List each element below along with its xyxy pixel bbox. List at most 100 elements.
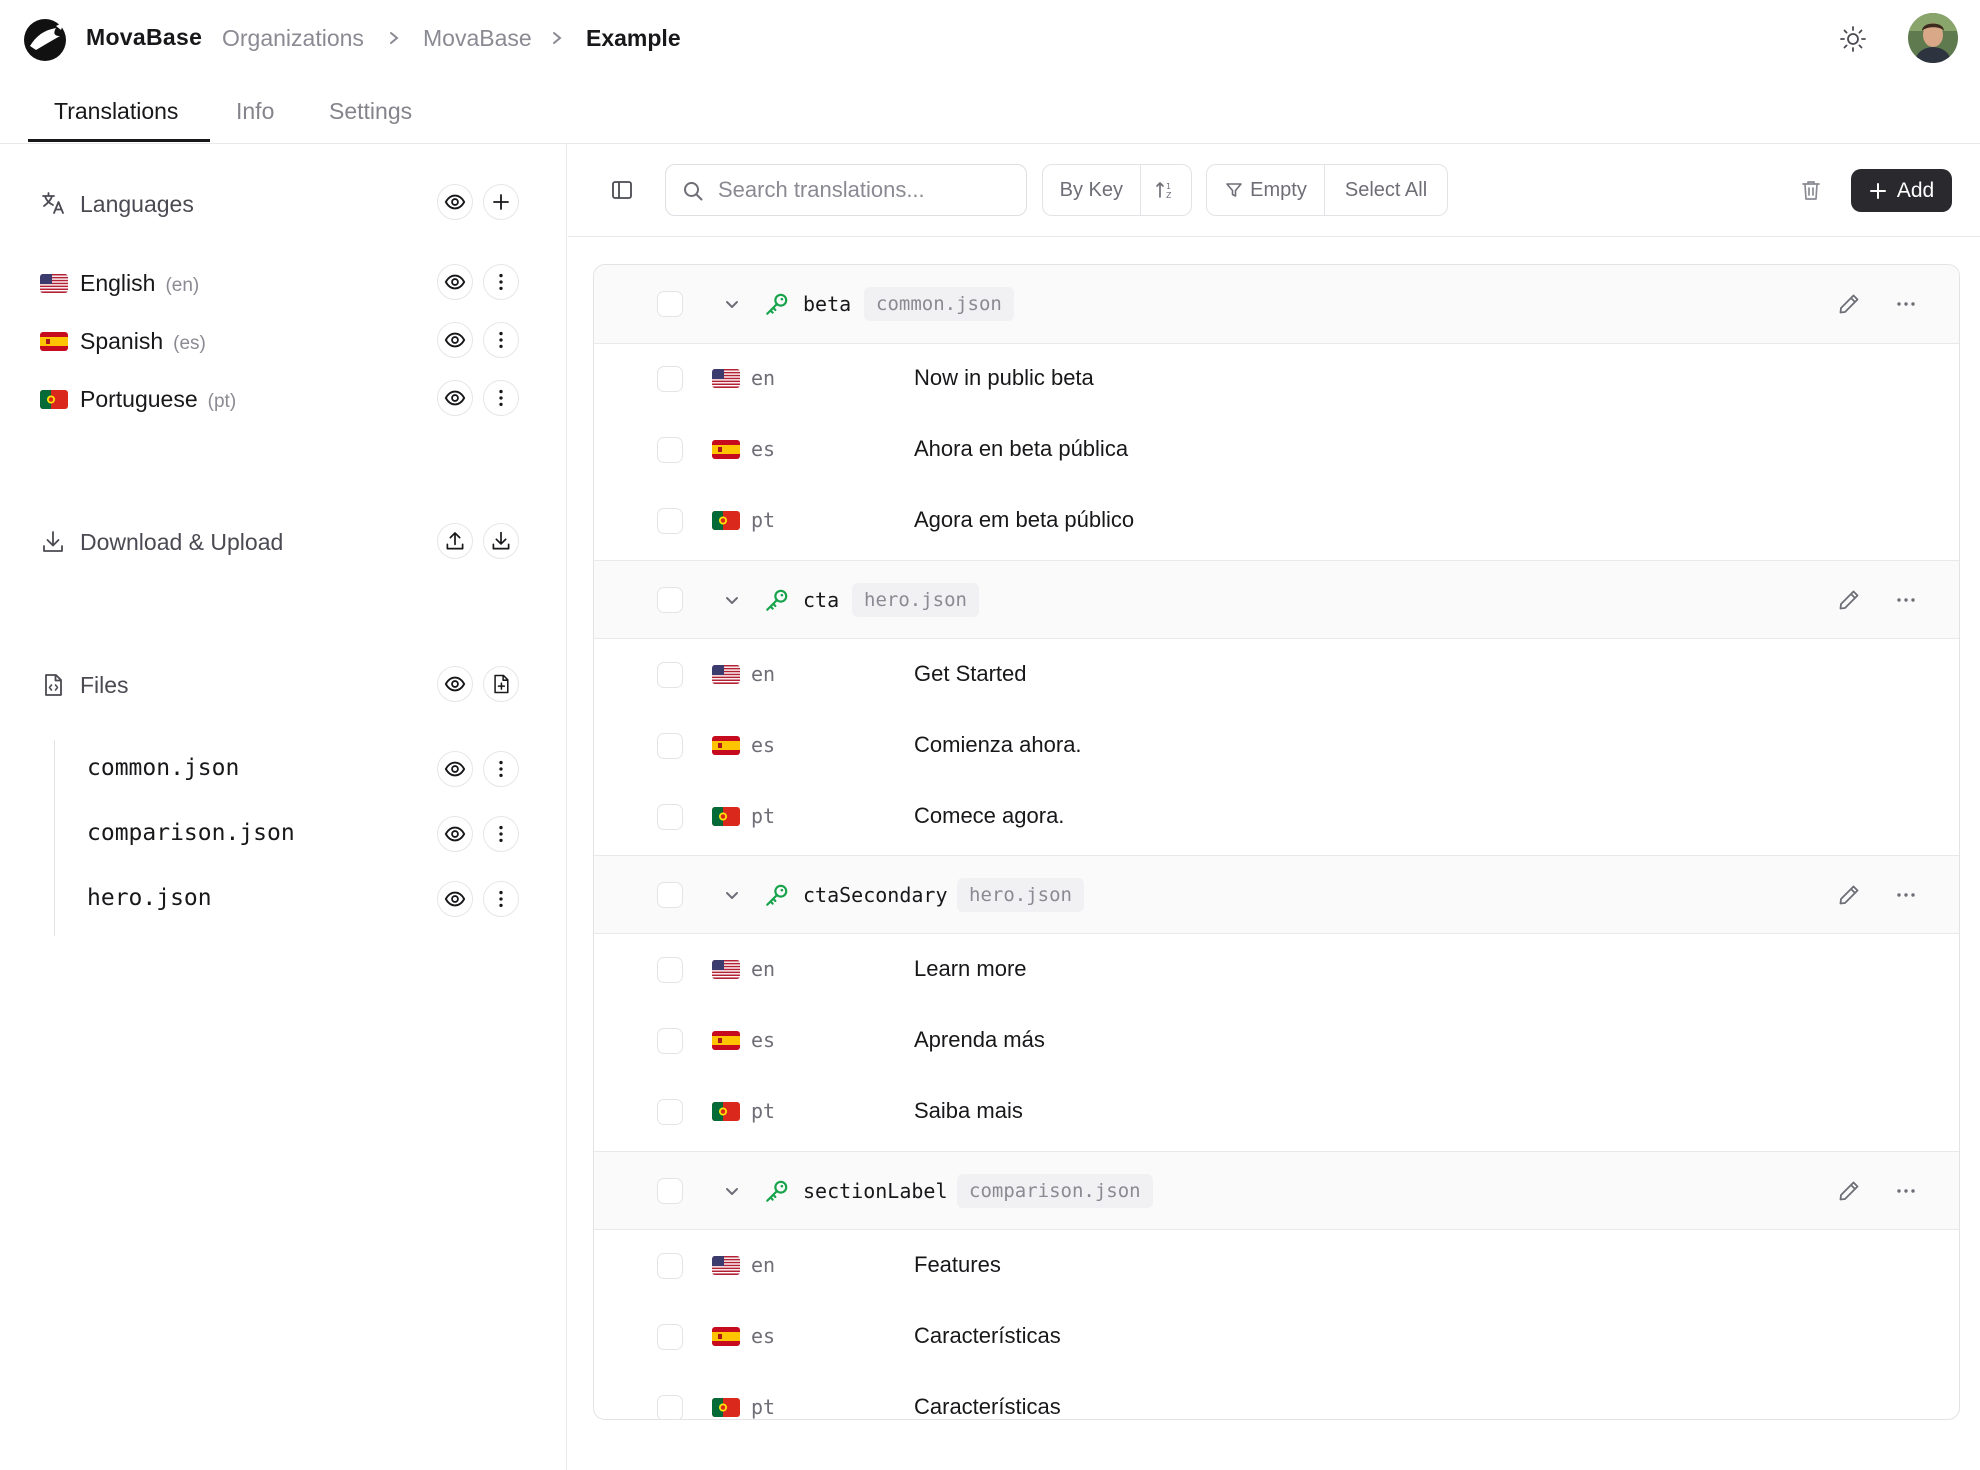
row-checkbox[interactable] [657, 1028, 683, 1054]
translation-row[interactable]: es Características [594, 1302, 1959, 1373]
toggle-visibility-button[interactable] [437, 264, 473, 300]
toggle-files-visibility-button[interactable] [437, 666, 473, 702]
translation-text[interactable]: Ahora en beta pública [914, 436, 1128, 462]
translation-text[interactable]: Comienza ahora. [914, 732, 1082, 758]
translation-text[interactable]: Comece agora. [914, 803, 1064, 829]
key-row-beta[interactable]: beta common.json [594, 265, 1959, 344]
row-checkbox[interactable] [657, 437, 683, 463]
more-horizontal-icon[interactable] [1894, 588, 1918, 612]
chevron-down-icon[interactable] [722, 1181, 742, 1201]
more-horizontal-icon[interactable] [1894, 292, 1918, 316]
row-checkbox[interactable] [657, 882, 683, 908]
download-button[interactable] [483, 523, 519, 559]
row-checkbox[interactable] [657, 291, 683, 317]
add-language-button[interactable] [483, 184, 519, 220]
pencil-icon[interactable] [1837, 1179, 1861, 1203]
translation-row[interactable]: en Get Started [594, 640, 1959, 711]
row-checkbox[interactable] [657, 957, 683, 983]
translation-text[interactable]: Get Started [914, 661, 1027, 687]
toggle-visibility-button[interactable] [437, 322, 473, 358]
sort-by-key-button[interactable]: By Key [1043, 165, 1140, 215]
translation-text[interactable]: Características [914, 1323, 1061, 1349]
add-button[interactable]: Add [1851, 169, 1952, 212]
chevron-down-icon[interactable] [722, 885, 742, 905]
upload-button[interactable] [437, 523, 473, 559]
trash-icon[interactable] [1799, 178, 1823, 202]
row-checkbox[interactable] [657, 1324, 683, 1350]
language-row-spanish[interactable]: Spanish (es) [0, 318, 567, 362]
file-menu-button[interactable] [483, 816, 519, 852]
file-name[interactable]: hero.json [87, 885, 212, 911]
file-name[interactable]: common.json [87, 755, 239, 781]
more-horizontal-icon[interactable] [1894, 1179, 1918, 1203]
row-checkbox[interactable] [657, 366, 683, 392]
movabase-logo-icon[interactable] [20, 16, 74, 62]
more-horizontal-icon[interactable] [1894, 883, 1918, 907]
translation-row[interactable]: en Features [594, 1231, 1959, 1302]
translation-row[interactable]: pt Características [594, 1373, 1959, 1419]
avatar[interactable] [1908, 13, 1958, 63]
language-row-portuguese[interactable]: Portuguese (pt) [0, 376, 567, 420]
search-input[interactable] [718, 175, 1018, 205]
sidebar-toggle-icon[interactable] [610, 178, 634, 202]
file-menu-button[interactable] [483, 751, 519, 787]
key-row-sectionlabel[interactable]: sectionLabel comparison.json [594, 1151, 1959, 1230]
pencil-icon[interactable] [1837, 588, 1861, 612]
pencil-icon[interactable] [1837, 292, 1861, 316]
brand-name[interactable]: MovaBase [86, 24, 202, 51]
translation-text[interactable]: Agora em beta público [914, 507, 1134, 533]
file-menu-button[interactable] [483, 881, 519, 917]
toggle-visibility-button[interactable] [437, 751, 473, 787]
toggle-languages-visibility-button[interactable] [437, 184, 473, 220]
file-row-hero[interactable]: hero.json [0, 877, 567, 921]
translation-text[interactable]: Características [914, 1394, 1061, 1419]
row-checkbox[interactable] [657, 1178, 683, 1204]
tab-settings[interactable]: Settings [329, 98, 412, 125]
translation-text[interactable]: Features [914, 1252, 1001, 1278]
key-row-cta[interactable]: cta hero.json [594, 560, 1959, 639]
row-checkbox[interactable] [657, 1395, 683, 1419]
sort-direction-button[interactable]: 1 Z [1139, 165, 1191, 215]
translation-row[interactable]: en Learn more [594, 935, 1959, 1006]
file-name[interactable]: comparison.json [87, 820, 295, 846]
language-menu-button[interactable] [483, 264, 519, 300]
language-row-english[interactable]: English (en) [0, 260, 567, 304]
language-menu-button[interactable] [483, 322, 519, 358]
pencil-icon[interactable] [1837, 883, 1861, 907]
chevron-down-icon[interactable] [722, 590, 742, 610]
row-checkbox[interactable] [657, 1253, 683, 1279]
file-row-common[interactable]: common.json [0, 747, 567, 791]
translation-row[interactable]: en Now in public beta [594, 344, 1959, 415]
sun-icon[interactable] [1838, 24, 1868, 54]
translation-row[interactable]: es Aprenda más [594, 1006, 1959, 1077]
chevron-down-icon[interactable] [722, 294, 742, 314]
translation-text[interactable]: Learn more [914, 956, 1027, 982]
toggle-visibility-button[interactable] [437, 881, 473, 917]
file-row-comparison[interactable]: comparison.json [0, 812, 567, 856]
tab-translations[interactable]: Translations [54, 98, 178, 125]
add-file-button[interactable] [483, 666, 519, 702]
translation-row[interactable]: es Ahora en beta pública [594, 415, 1959, 486]
translation-row[interactable]: pt Agora em beta público [594, 486, 1959, 557]
select-all-button[interactable]: Select All [1324, 165, 1447, 215]
tab-info[interactable]: Info [236, 98, 274, 125]
translation-row[interactable]: pt Comece agora. [594, 782, 1959, 853]
toggle-visibility-button[interactable] [437, 816, 473, 852]
row-checkbox[interactable] [657, 508, 683, 534]
row-checkbox[interactable] [657, 1099, 683, 1125]
row-checkbox[interactable] [657, 804, 683, 830]
language-menu-button[interactable] [483, 380, 519, 416]
row-checkbox[interactable] [657, 662, 683, 688]
translation-text[interactable]: Aprenda más [914, 1027, 1045, 1053]
toggle-visibility-button[interactable] [437, 380, 473, 416]
breadcrumb-movabase[interactable]: MovaBase [423, 25, 532, 52]
translation-row[interactable]: pt Saiba mais [594, 1077, 1959, 1148]
translation-row[interactable]: es Comienza ahora. [594, 711, 1959, 782]
row-checkbox[interactable] [657, 587, 683, 613]
translation-text[interactable]: Now in public beta [914, 365, 1094, 391]
translation-text[interactable]: Saiba mais [914, 1098, 1023, 1124]
breadcrumb-organizations[interactable]: Organizations [222, 25, 364, 52]
row-checkbox[interactable] [657, 733, 683, 759]
filter-empty-button[interactable]: Empty [1207, 165, 1324, 215]
key-row-ctasecondary[interactable]: ctaSecondary hero.json [594, 855, 1959, 934]
